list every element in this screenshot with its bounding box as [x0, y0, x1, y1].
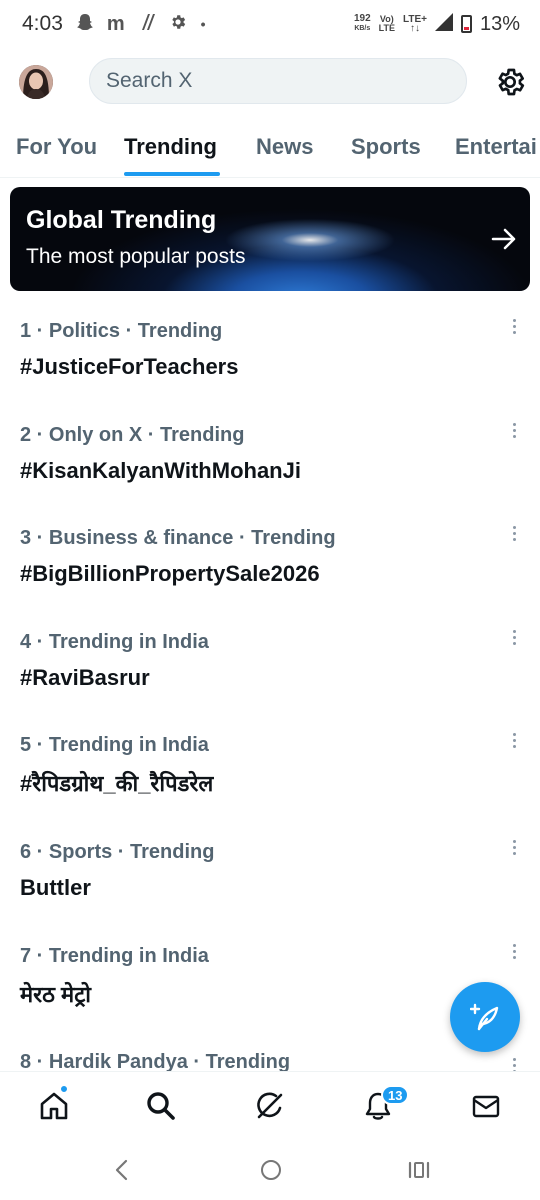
trend-meta: 4 · Trending in India — [20, 631, 209, 653]
search-input[interactable]: Search X — [89, 58, 467, 104]
more-options-icon[interactable] — [506, 1053, 522, 1071]
trend-name: #JusticeForTeachers — [20, 354, 239, 379]
tab-entertainment[interactable]: Entertai — [455, 134, 537, 160]
trend-name: #BigBillionPropertySale2026 — [20, 561, 320, 586]
trend-meta: 5 · Trending in India — [20, 734, 209, 756]
explore-tabs: For You Trending News Sports Entertai — [0, 120, 540, 178]
trend-item[interactable]: 1 · Politics · Trending #JusticeForTeach… — [0, 318, 540, 410]
system-navigation — [0, 1141, 540, 1200]
trend-name: Buttler — [20, 875, 91, 900]
more-options-icon[interactable] — [506, 625, 522, 649]
trend-name: मेरठ मेट्रो — [20, 982, 91, 1007]
trend-item[interactable]: 5 · Trending in India #रैपिडग्रोथ_की_रैप… — [0, 732, 540, 824]
back-icon[interactable] — [112, 1158, 132, 1187]
trend-name: #रैपिडग्रोथ_की_रैपिडरेल — [20, 771, 214, 796]
home-button-icon[interactable] — [259, 1158, 283, 1187]
snapchat-icon — [76, 13, 93, 36]
more-options-icon[interactable] — [506, 939, 522, 963]
compose-post-button[interactable] — [450, 982, 520, 1052]
tab-news[interactable]: News — [256, 134, 313, 160]
home-icon[interactable] — [38, 1090, 70, 1122]
trend-meta: 1 · Politics · Trending — [20, 320, 223, 342]
banner-title: Global Trending — [26, 206, 217, 234]
compose-feather-icon — [470, 1003, 499, 1031]
trend-name: #KisanKalyanWithMohanJi — [20, 458, 301, 483]
search-icon[interactable] — [145, 1090, 177, 1122]
trend-name: #RaviBasrur — [20, 665, 150, 690]
more-options-icon[interactable] — [506, 728, 522, 752]
volte-indicator: Vo) LTE — [379, 15, 395, 33]
trend-meta: 8 · Hardik Pandya · Trending — [20, 1051, 291, 1071]
settings-gear-icon[interactable] — [494, 66, 526, 98]
tab-trending[interactable]: Trending — [124, 134, 217, 160]
trend-item[interactable]: 6 · Sports · Trending Buttler — [0, 839, 540, 931]
settings-icon — [169, 13, 187, 36]
more-options-icon[interactable] — [506, 418, 522, 442]
signal-icon — [139, 13, 155, 36]
trend-meta: 3 · Business & finance · Trending — [20, 527, 336, 549]
battery-percent: 13% — [479, 12, 520, 35]
cell-signal-icon — [434, 12, 453, 36]
status-time: 4:03 — [22, 12, 63, 35]
trend-meta: 7 · Trending in India — [20, 945, 209, 967]
notification-badge: 13 — [381, 1085, 410, 1105]
trend-meta: 2 · Only on X · Trending — [20, 424, 245, 446]
grok-icon[interactable] — [254, 1090, 286, 1122]
global-trending-banner[interactable]: Global Trending The most popular posts — [10, 187, 530, 291]
network-speed-value: 192 — [353, 13, 371, 24]
active-tab-indicator — [124, 172, 220, 176]
network-type: LTE+ ↑↓ — [403, 15, 427, 34]
bottom-navigation: 13 — [0, 1071, 540, 1141]
dot-icon: • — [200, 16, 206, 32]
battery-icon — [460, 15, 472, 33]
recent-apps-icon[interactable] — [407, 1158, 431, 1187]
top-header: Search X — [0, 56, 540, 108]
network-type-bottom: ↑↓ — [409, 23, 420, 34]
more-options-icon[interactable] — [506, 835, 522, 859]
search-placeholder: Search X — [106, 69, 193, 92]
network-speed-unit: KB/s — [354, 25, 371, 32]
tab-sports[interactable]: Sports — [351, 134, 421, 160]
trend-meta: 6 · Sports · Trending — [20, 841, 215, 863]
trend-item[interactable]: 2 · Only on X · Trending #KisanKalyanWit… — [0, 422, 540, 514]
status-bar: 4:03 m • 192 KB/s Vo) LTE LTE+ ↑↓ 13% — [0, 0, 540, 48]
network-speed: 192 KB/s — [354, 14, 371, 34]
volte-bottom: LTE — [378, 23, 395, 33]
trend-item[interactable]: 4 · Trending in India #RaviBasrur — [0, 629, 540, 721]
more-options-icon[interactable] — [506, 521, 522, 545]
avatar[interactable] — [19, 65, 53, 99]
trend-item[interactable]: 3 · Business & finance · Trending #BigBi… — [0, 525, 540, 617]
trend-item[interactable]: 8 · Hardik Pandya · Trending — [0, 1051, 540, 1071]
tab-for-you[interactable]: For You — [16, 134, 97, 160]
arrow-right-icon — [491, 227, 517, 251]
more-options-icon[interactable] — [506, 314, 522, 338]
banner-subtitle: The most popular posts — [26, 245, 246, 268]
home-unread-dot — [60, 1085, 68, 1093]
mail-icon[interactable] — [470, 1090, 502, 1122]
gmail-icon: m — [106, 12, 125, 35]
